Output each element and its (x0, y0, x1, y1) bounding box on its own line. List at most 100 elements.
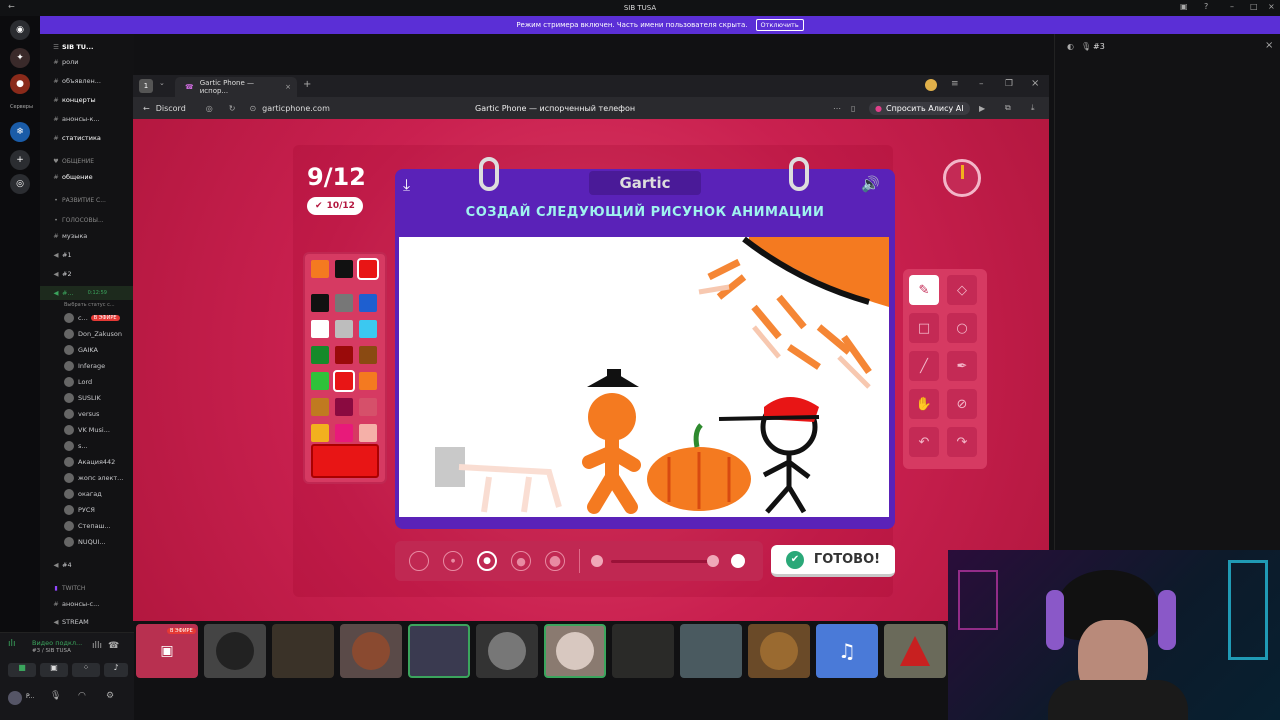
voice-channel-2[interactable]: ◀ #2 (40, 267, 134, 281)
ellipse-tool-icon[interactable]: ○ (947, 313, 977, 343)
brush-size-3[interactable]: ● (477, 551, 497, 571)
participant-tile[interactable] (340, 624, 402, 678)
channel-announcements[interactable]: # объявлен... (40, 74, 134, 88)
voice-user[interactable]: s... (40, 439, 134, 453)
voice-sub[interactable]: #3 / SIB TUSA (32, 648, 71, 654)
color-swatch[interactable] (359, 372, 377, 390)
tab-close-icon[interactable]: × (285, 83, 291, 91)
category-general[interactable]: ♥ ОБЩЕНИЕ (40, 154, 134, 168)
participant-tile[interactable] (272, 624, 334, 678)
clear-tool-icon[interactable]: ⊘ (947, 389, 977, 419)
color-swatch[interactable] (311, 398, 329, 416)
rectangle-tool-icon[interactable]: □ (909, 313, 939, 343)
color-swatch[interactable] (311, 260, 329, 278)
voice-user[interactable]: versus (40, 407, 134, 421)
eyedropper-tool-icon[interactable]: ✒ (947, 351, 977, 381)
pencil-tool-icon[interactable]: ✎ (909, 275, 939, 305)
settings-gear-icon[interactable]: ⚙ (106, 691, 114, 701)
browser-close-icon[interactable]: × (1031, 78, 1039, 89)
channel-roles[interactable]: # роли (40, 55, 134, 69)
discover-icon[interactable]: ◎ (10, 174, 30, 194)
protect-icon[interactable]: ◎ (206, 104, 213, 113)
brush-size-4[interactable]: ● (511, 551, 531, 571)
menu-icon[interactable]: ≡ (951, 79, 959, 89)
download-icon[interactable]: ⤓ (1031, 103, 1035, 113)
color-swatch[interactable] (359, 398, 377, 416)
collections-icon[interactable]: ⧉ (1005, 103, 1011, 113)
color-swatch[interactable] (335, 320, 353, 338)
category-twitch[interactable]: ▮ TWITCH (40, 581, 134, 595)
soundboard-button[interactable]: ♪ (104, 663, 128, 677)
minimize-icon[interactable]: – (1230, 2, 1234, 11)
back-arrow-icon[interactable]: ← (143, 104, 150, 113)
user-avatar[interactable] (8, 691, 22, 705)
participant-tile[interactable]: В ЭФИРЕ ▣ (136, 624, 198, 678)
eraser-tool-icon[interactable]: ◇ (947, 275, 977, 305)
brush-size-2[interactable]: ● (443, 551, 463, 571)
fill-tool-icon[interactable]: ✋ (909, 389, 939, 419)
voice-user[interactable]: Don_Zakuson (40, 327, 134, 341)
undo-tool-icon[interactable]: ↶ (909, 427, 939, 457)
color-swatch[interactable] (335, 294, 353, 312)
redo-tool-icon[interactable]: ↷ (947, 427, 977, 457)
voice-user[interactable]: Степаш... (40, 519, 134, 533)
color-swatch[interactable] (311, 372, 329, 390)
tab-gartic[interactable]: ☎ Gartic Phone — испор... × (175, 77, 297, 97)
camera-button[interactable]: ■ (8, 663, 36, 677)
voice-user[interactable]: GAIKA (40, 343, 134, 357)
voice-user[interactable]: SUSLIK (40, 391, 134, 405)
url-field[interactable]: garticphone.com (262, 104, 330, 113)
participant-tile[interactable] (884, 624, 946, 678)
activity-button[interactable]: ⁘ (72, 663, 100, 677)
maximize-icon[interactable]: □ (1250, 2, 1258, 11)
done-button[interactable]: ✔ ГОТОВО! (771, 545, 895, 577)
color-swatch[interactable] (359, 320, 377, 338)
mic-icon[interactable]: 🎙 (50, 691, 61, 701)
server-icon-1[interactable]: ✦ (10, 48, 30, 68)
voice-user[interactable]: Lord (40, 375, 134, 389)
color-swatch[interactable] (335, 424, 353, 442)
sound-icon[interactable]: 🔊 (861, 175, 880, 193)
category-dev[interactable]: • РАЗВИТИЕ С... (40, 193, 134, 207)
brush-size-5[interactable]: ● (545, 551, 565, 571)
media-icon[interactable]: ▶ (979, 104, 985, 113)
channel-general[interactable]: # общение (40, 170, 134, 184)
channel-announce-s[interactable]: # анонсы-с... (40, 597, 134, 611)
tabs-dropdown-icon[interactable]: ⌄ (159, 79, 165, 87)
participant-tile[interactable] (204, 624, 266, 678)
color-swatch[interactable] (311, 346, 329, 364)
headphones-icon[interactable]: ◠ (78, 691, 86, 701)
drawing-canvas[interactable] (399, 236, 889, 517)
bookmark-icon[interactable]: ▯ (851, 104, 855, 113)
color-swatch[interactable] (311, 424, 329, 442)
color-swatch[interactable] (357, 258, 379, 280)
voice-user[interactable]: Акация442 (40, 455, 134, 469)
opacity-slider[interactable] (611, 560, 715, 563)
browser-restore-icon[interactable]: ❐ (1005, 79, 1013, 89)
participant-tile[interactable] (476, 624, 538, 678)
participant-tile[interactable]: ♫ (816, 624, 878, 678)
voice-user[interactable]: окагад (40, 487, 134, 501)
voice-channel-1[interactable]: ◀ #1 (40, 248, 134, 262)
color-swatch[interactable] (335, 260, 353, 278)
disconnect-icon[interactable]: ☎ (108, 641, 119, 651)
line-tool-icon[interactable]: ╱ (909, 351, 939, 381)
screenshare-button[interactable]: ▣ (40, 663, 68, 677)
disable-streamer-button[interactable]: Отключить (755, 19, 804, 31)
tab-counter[interactable]: 1 (139, 79, 153, 93)
add-server-icon[interactable]: + (10, 150, 30, 170)
color-swatch[interactable] (311, 294, 329, 312)
voice-user[interactable]: Inferage (40, 359, 134, 373)
noise-icon[interactable]: ıllı (92, 641, 102, 651)
back-label[interactable]: Discord (156, 104, 186, 113)
server-icon-active[interactable]: ❄ (10, 122, 30, 142)
category-voice[interactable]: • ГОЛОСОВЫ... (40, 213, 134, 227)
color-swatch[interactable] (359, 294, 377, 312)
status-hint[interactable]: Выбрать статус с... (40, 298, 134, 312)
server-icon-2[interactable]: ● (10, 74, 30, 94)
participant-tile[interactable] (612, 624, 674, 678)
reload-icon[interactable]: ↻ (229, 104, 236, 113)
browser-minimize-icon[interactable]: – (979, 79, 984, 89)
voice-user[interactable]: РУСЯ (40, 503, 134, 517)
participant-tile[interactable] (544, 624, 606, 678)
